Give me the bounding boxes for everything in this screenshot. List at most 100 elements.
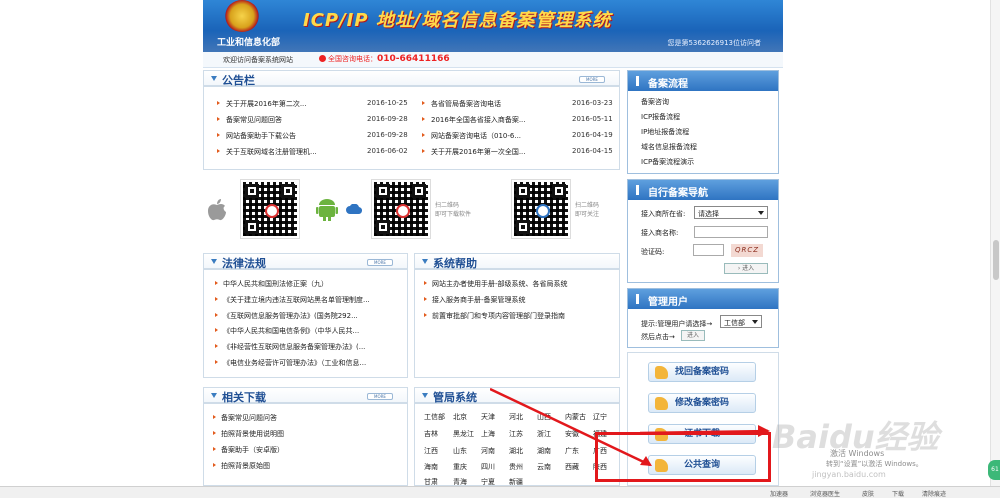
windows-activate-subtext: 转到“设置”以激活 Windows。 (826, 460, 923, 468)
qr-code-wechat (511, 179, 571, 239)
statusbar-download[interactable]: 下载 (892, 489, 904, 498)
triangle-icon (211, 76, 217, 81)
nav-enter-button[interactable]: › 进入 (724, 263, 768, 274)
ministry-name: 工业和信息化部 (217, 38, 281, 48)
arrow-icon (213, 463, 216, 467)
announcement-more-button[interactable]: MORE (579, 76, 605, 83)
cloud-download-icon (346, 204, 362, 215)
province-link[interactable]: 海南 (424, 462, 438, 472)
province-select[interactable]: 请选择 (694, 206, 768, 219)
announcement-date: 2016-09-28 (367, 131, 408, 139)
law-item[interactable]: 《关于建立境内违法互联网站黑名单管理制度... (215, 295, 370, 305)
arrow-icon (422, 101, 425, 105)
arrow-icon (215, 313, 218, 317)
announcement-date: 2016-09-28 (367, 115, 408, 123)
process-title: 备案流程 (628, 71, 778, 91)
download-item[interactable]: 拍照背景使用说明图 (213, 429, 284, 439)
captcha-input[interactable] (693, 244, 724, 256)
arrow-icon (424, 313, 427, 317)
announcement-item[interactable]: 2016年全国各省接入商备案... (422, 115, 526, 125)
triangle-icon (211, 393, 217, 398)
help-header: 系统帮助 (415, 254, 619, 270)
announcement-date: 2016-04-15 (572, 147, 613, 155)
province-link[interactable]: 北京 (453, 412, 467, 422)
admin-enter-button[interactable]: 进入 (681, 330, 705, 341)
law-item[interactable]: 《互联网信息服务管理办法》(国务院292... (215, 311, 358, 321)
law-item[interactable]: 《电信业务经营许可管理办法》（工业和信息... (215, 358, 366, 368)
android-icon (316, 199, 338, 221)
help-item[interactable]: 前置审批部门和专项内容管理部门登录指南 (424, 311, 565, 321)
arrow-icon (213, 431, 216, 435)
scrollbar-thumb[interactable] (993, 240, 999, 280)
help-title: 系统帮助 (433, 257, 477, 270)
statusbar-accelerator[interactable]: 加速器 (770, 489, 788, 498)
arrow-icon (217, 149, 220, 153)
process-item[interactable]: ICP备案流程演示 (641, 157, 694, 167)
help-item[interactable]: 网站主办者使用手册-部级系统、各省局系统 (424, 279, 568, 289)
statusbar-skin[interactable]: 皮肤 (862, 489, 874, 498)
arrow-icon (422, 117, 425, 121)
welcome-bar: 欢迎访问备案系统网站 全国咨询电话：010-66411166 (203, 52, 783, 68)
laws-more-button[interactable]: MORE (367, 259, 393, 266)
help-item[interactable]: 接入服务商手册-备案管理系统 (424, 295, 526, 305)
hotline: 全国咨询电话：010-66411166 (319, 54, 450, 64)
law-item[interactable]: 《中华人民共和国电信条例》（中华人民共... (215, 326, 359, 336)
statusbar-clear[interactable]: 清除痕迹 (922, 489, 946, 498)
announcement-item[interactable]: 各省管局备案咨询电话 (422, 99, 501, 109)
captcha-image[interactable]: QRCZ (731, 244, 763, 257)
announcement-date: 2016-04-19 (572, 131, 613, 139)
floating-ball[interactable]: 61 (988, 460, 1000, 480)
province-link[interactable]: 吉林 (424, 429, 438, 439)
qr-code-ios (240, 179, 300, 239)
arrow-icon (215, 344, 218, 348)
announcement-item[interactable]: 网站备案助手下载公告 (217, 131, 296, 141)
province-link[interactable]: 工信部 (424, 412, 445, 422)
law-item[interactable]: 中华人民共和国刑法修正案（九） (215, 279, 328, 289)
chevron-down-icon (752, 320, 758, 324)
announcement-item[interactable]: 关于开展2016年第二次... (217, 99, 307, 109)
phone-icon (319, 55, 326, 62)
downloads-more-button[interactable]: MORE (367, 393, 393, 400)
isp-name-label: 接入商名称: (641, 229, 679, 237)
announcement-item[interactable]: 关于开展2016年第一次全国... (422, 147, 526, 157)
arrow-icon (217, 101, 220, 105)
announcement-item[interactable]: 关于互联网域名注册管理机... (217, 147, 317, 157)
process-item[interactable]: 域名信息报备流程 (641, 142, 697, 152)
process-item[interactable]: IP地址报备流程 (641, 127, 689, 137)
arrow-icon (213, 447, 216, 451)
arrow-icon (213, 415, 216, 419)
welcome-text: 欢迎访问备案系统网站 (223, 56, 293, 64)
arrow-icon (217, 117, 220, 121)
admin-select[interactable]: 工信部 (720, 315, 762, 328)
hotline-number: 010-66411166 (377, 54, 450, 64)
download-item[interactable]: 拍照背景原始图 (213, 461, 270, 471)
announcement-header: 公告栏 MORE (204, 71, 619, 87)
isp-name-input[interactable] (694, 226, 768, 238)
triangle-icon (422, 259, 428, 264)
triangle-icon (211, 259, 217, 264)
bureaus-title: 管局系统 (433, 391, 477, 404)
highlight-box (595, 432, 771, 482)
statusbar-doctor[interactable]: 浏览器医生 (810, 489, 840, 498)
downloads-header: 相关下载 MORE (204, 388, 407, 404)
province-link[interactable]: 重庆 (453, 462, 467, 472)
announcement-title: 公告栏 (222, 74, 255, 87)
process-item[interactable]: 备案咨询 (641, 97, 669, 107)
self-nav-title: 自行备案导航 (628, 180, 778, 200)
scrollbar[interactable] (990, 0, 1000, 486)
province-link[interactable]: 江西 (424, 446, 438, 456)
announcement-item[interactable]: 备案常见问题回答 (217, 115, 282, 125)
triangle-icon (422, 393, 428, 398)
find-password-button[interactable]: 找回备案密码 (648, 362, 756, 382)
province-link[interactable]: 山东 (453, 446, 467, 456)
admin-hint: 提示:管理用户请选择→ (641, 320, 713, 328)
announcement-date: 2016-06-02 (367, 147, 408, 155)
download-item[interactable]: 备案常见问题问答 (213, 413, 277, 423)
announcement-item[interactable]: 网站备案咨询电话（010-6... (422, 131, 521, 141)
national-emblem-icon (225, 0, 259, 32)
process-item[interactable]: ICP报备流程 (641, 112, 680, 122)
province-link[interactable]: 黑龙江 (453, 429, 474, 439)
admin-title: 管理用户 (628, 289, 778, 309)
download-item[interactable]: 备案助手（安卓版） (213, 445, 284, 455)
law-item[interactable]: 《非经营性互联网信息服务备案管理办法》(... (215, 342, 365, 352)
